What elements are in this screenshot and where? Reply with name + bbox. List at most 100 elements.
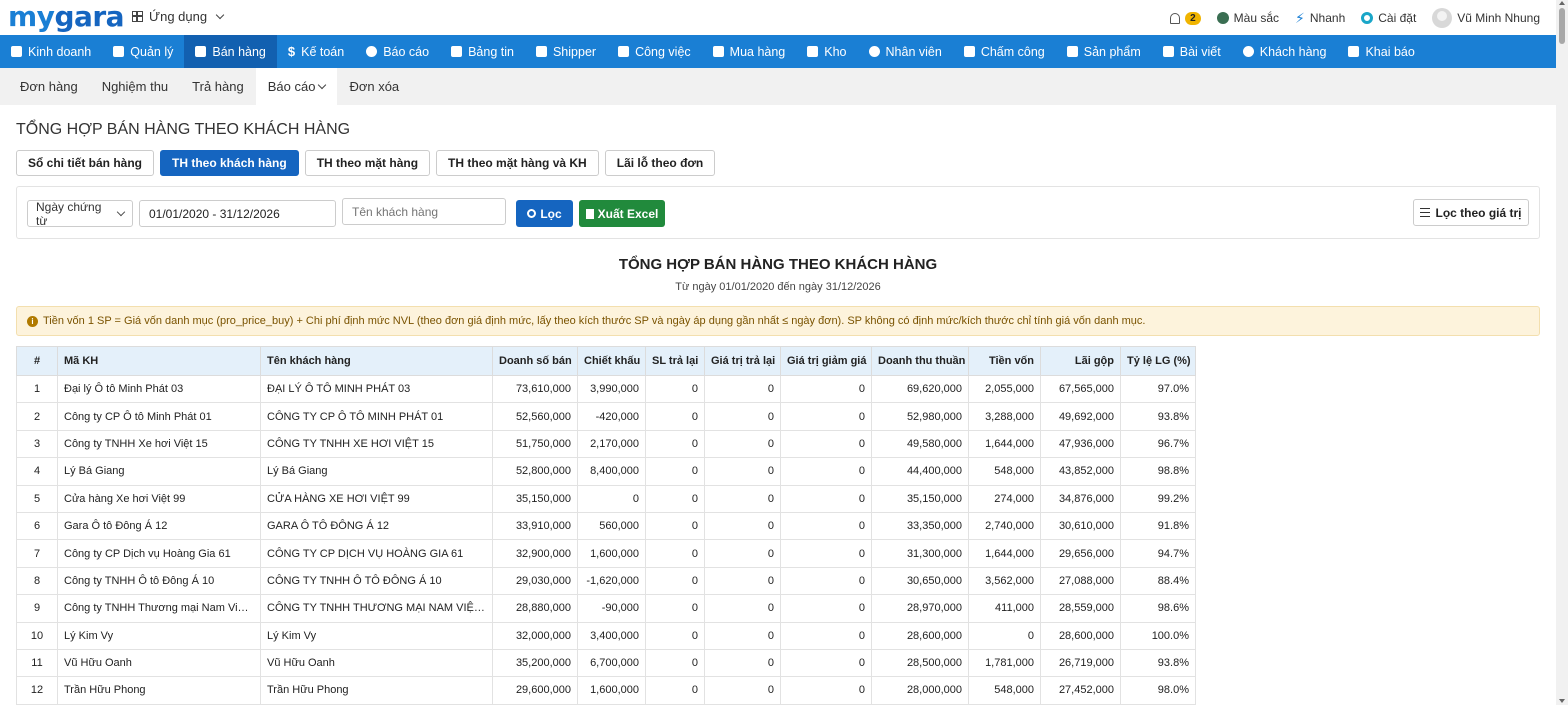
table-cell: 28,500,000 bbox=[871, 648, 969, 678]
apps-menu[interactable]: Ứng dụng bbox=[132, 9, 225, 24]
table-cell: 35,150,000 bbox=[871, 484, 969, 513]
table-cell: 2,170,000 bbox=[577, 429, 646, 459]
table-row[interactable]: 4 Lý Bá Giang Lý Bá Giang 52,800,000 8,400,0… bbox=[16, 457, 1196, 486]
nav-item-11[interactable]: Chấm công bbox=[953, 35, 1056, 68]
calendar-icon bbox=[618, 46, 630, 57]
table-row[interactable]: 9 Công ty TNHH Thương mại Nam Việt 35 CÔNG… bbox=[16, 594, 1196, 623]
export-excel-button[interactable]: Xuất Excel bbox=[579, 200, 665, 227]
nav-item-4[interactable]: Báo cáo bbox=[355, 35, 440, 68]
color-button[interactable]: Màu sắc bbox=[1216, 11, 1280, 25]
chevron-down-icon bbox=[116, 207, 126, 216]
nav-item-7[interactable]: Công việc bbox=[607, 35, 702, 68]
column-header[interactable]: Giá trị giảm giá bbox=[780, 346, 872, 376]
table-row[interactable]: 10 Lý Kim Vy Lý Kim Vy 32,000,000 3,400,000 0… bbox=[16, 621, 1196, 650]
table-row[interactable]: 6 Gara Ô tô Đông Á 12 GARA Ô TÔ ĐÔNG Á 12 3… bbox=[16, 511, 1196, 541]
table-row[interactable]: 2 Công ty CP Ô tô Minh Phát 01 CÔNG TY CP … bbox=[16, 402, 1196, 431]
table-cell: 32,000,000 bbox=[492, 621, 578, 650]
nav-item-9[interactable]: Kho bbox=[796, 35, 857, 68]
notification-badge: 2 bbox=[1185, 11, 1201, 25]
report-tab-0[interactable]: Sổ chi tiết bán hàng bbox=[16, 150, 155, 176]
table-cell: Gara Ô tô Đông Á 12 bbox=[57, 511, 261, 541]
table-row[interactable]: 3 Công ty TNHH Xe hơi Việt 15 CÔNG TY TNHH… bbox=[16, 429, 1196, 459]
table-cell: 2,055,000 bbox=[968, 374, 1041, 404]
table-cell: 0 bbox=[704, 374, 781, 404]
column-header[interactable]: Tiền vốn bbox=[968, 346, 1041, 376]
home-icon bbox=[451, 46, 463, 57]
nav-item-3[interactable]: $ Kế toán bbox=[277, 35, 355, 68]
nav-item-10[interactable]: Nhân viên bbox=[858, 35, 953, 68]
nav-item-label: Chấm công bbox=[980, 44, 1045, 59]
nav-item-6[interactable]: Shipper bbox=[525, 35, 607, 68]
table-row[interactable]: 5 Cửa hàng Xe hơi Việt 99 CỬA HÀNG XE HƠI … bbox=[16, 484, 1196, 513]
bag-icon bbox=[11, 46, 22, 57]
column-header[interactable]: Tỷ lệ LG (%) bbox=[1120, 346, 1196, 376]
column-header[interactable]: Lãi gộp bbox=[1040, 346, 1121, 376]
notifications-button[interactable]: 2 bbox=[1170, 11, 1201, 25]
report-tab-1[interactable]: TH theo khách hàng bbox=[160, 150, 299, 176]
table-row[interactable]: 12 Trần Hữu Phong Trần Hữu Phong 29,600,000… bbox=[16, 676, 1196, 705]
table-cell: 0 bbox=[780, 511, 872, 541]
filter-button[interactable]: Lọc bbox=[516, 200, 573, 227]
table-cell: Vũ Hữu Oanh bbox=[57, 648, 261, 678]
user-menu[interactable]: Vũ Minh Nhung bbox=[1432, 8, 1540, 28]
table-cell: 1,644,000 bbox=[968, 429, 1041, 459]
sub-nav-item-2[interactable]: Trả hàng bbox=[180, 68, 256, 105]
table-cell: Lý Kim Vy bbox=[260, 621, 493, 650]
table-cell: 52,980,000 bbox=[871, 402, 969, 431]
table-cell: 0 bbox=[704, 676, 781, 705]
column-header[interactable]: Doanh thu thuần bbox=[871, 346, 969, 376]
table-row[interactable]: 11 Vũ Hữu Oanh Vũ Hữu Oanh 35,200,000 6,700,… bbox=[16, 648, 1196, 678]
table-cell: 43,852,000 bbox=[1040, 457, 1121, 486]
date-range-input[interactable]: 01/01/2020 - 31/12/2026 bbox=[139, 200, 336, 227]
quick-button[interactable]: ⚡ Nhanh bbox=[1295, 10, 1345, 27]
nav-item-5[interactable]: Bảng tin bbox=[440, 35, 525, 68]
scroll-up-icon[interactable] bbox=[1559, 1, 1565, 5]
nav-item-15[interactable]: Khai báo bbox=[1337, 35, 1425, 68]
report-tab-2[interactable]: TH theo mặt hàng bbox=[304, 150, 431, 176]
page-scrollbar[interactable] bbox=[1556, 0, 1568, 705]
table-cell: 6 bbox=[16, 511, 58, 541]
column-header[interactable]: # bbox=[16, 346, 58, 376]
nav-item-2[interactable]: Bán hàng bbox=[184, 35, 277, 68]
table-row[interactable]: 7 Công ty CP Dịch vụ Hoàng Gia 61 CÔNG TY … bbox=[16, 539, 1196, 568]
column-header[interactable]: Chiết khấu bbox=[577, 346, 646, 376]
sub-nav-item-1[interactable]: Nghiệm thu bbox=[90, 68, 180, 105]
sub-nav-item-3[interactable]: Báo cáo bbox=[255, 68, 338, 105]
scrollbar-thumb[interactable] bbox=[1559, 8, 1565, 44]
report-tab-3[interactable]: TH theo mặt hàng và KH bbox=[436, 150, 599, 176]
column-header[interactable]: Mã KH bbox=[57, 346, 261, 376]
column-header[interactable]: Doanh số bán bbox=[492, 346, 578, 376]
nav-item-13[interactable]: Bài viết bbox=[1152, 35, 1232, 68]
main-nav: Kinh doanh Quản lý Bán hàng $ Kế toán Báo cáo… bbox=[0, 35, 1556, 68]
table-cell: 4 bbox=[16, 457, 58, 486]
column-header[interactable]: SL trả lại bbox=[645, 346, 705, 376]
brand-logo[interactable]: mygara bbox=[8, 1, 125, 33]
table-cell: Công ty CP Ô tô Minh Phát 01 bbox=[57, 402, 261, 431]
settings-button[interactable]: Cài đặt bbox=[1361, 11, 1416, 25]
customer-name-input[interactable] bbox=[342, 198, 506, 225]
table-cell: 33,350,000 bbox=[871, 511, 969, 541]
sub-nav-item-4[interactable]: Đơn xóa bbox=[337, 68, 411, 105]
nav-item-label: Kinh doanh bbox=[28, 44, 92, 59]
sub-nav: Đơn hàng Nghiệm thu Trả hàng Báo cáo Đơn xóa bbox=[0, 68, 1556, 105]
scroll-down-icon[interactable] bbox=[1559, 699, 1565, 703]
report-tab-4[interactable]: Lãi lỗ theo đơn bbox=[604, 150, 716, 176]
column-header[interactable]: Giá trị trả lại bbox=[704, 346, 781, 376]
table-cell: Trần Hữu Phong bbox=[57, 676, 261, 705]
table-row[interactable]: 8 Công ty TNHH Ô tô Đông Á 10 CÔNG TY TNHH… bbox=[16, 566, 1196, 596]
column-header[interactable]: Tên khách hàng bbox=[260, 346, 493, 376]
table-cell: 0 bbox=[780, 648, 872, 678]
table-row[interactable]: 1 Đại lý Ô tô Minh Phát 03 ĐẠI LÝ Ô TÔ MIN… bbox=[16, 374, 1196, 404]
sub-nav-item-0[interactable]: Đơn hàng bbox=[8, 68, 90, 105]
date-type-select[interactable]: Ngày chứng từ bbox=[27, 200, 133, 228]
nav-item-0[interactable]: Kinh doanh bbox=[0, 35, 102, 68]
color-label: Màu sắc bbox=[1233, 11, 1280, 25]
nav-item-8[interactable]: Mua hàng bbox=[702, 35, 797, 68]
nav-item-14[interactable]: Khách hàng bbox=[1232, 35, 1338, 68]
bolt-icon: ⚡ bbox=[1295, 9, 1305, 26]
value-filter-button[interactable]: Lọc theo giá trị bbox=[1413, 199, 1529, 226]
nav-item-1[interactable]: Quản lý bbox=[102, 35, 184, 68]
table-cell: 5 bbox=[16, 484, 58, 513]
nav-item-12[interactable]: Sản phẩm bbox=[1056, 35, 1152, 68]
table-cell: CÔNG TY TNHH XE HƠI VIỆT 15 bbox=[260, 429, 493, 459]
